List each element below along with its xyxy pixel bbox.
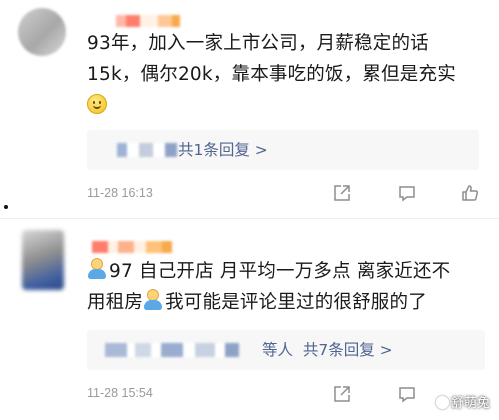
avatar[interactable]	[22, 230, 64, 290]
comment-item: 93年，加入一家上市公司，月薪稳定的话 15k，偶尔20k，靠本事吃的饭，累但是…	[0, 0, 499, 212]
person-emoji-icon	[87, 258, 107, 280]
reply-count: 共7条回复 >	[302, 341, 393, 359]
reply-users-suffix: 等人	[262, 341, 294, 359]
watermark-text: 舒萌兔	[450, 396, 490, 411]
thumbs-up-icon[interactable]	[461, 184, 479, 202]
person-emoji-icon	[143, 289, 163, 311]
comment-divider	[0, 218, 499, 219]
comment-line: 用租房	[87, 292, 144, 313]
watermark: 舒萌兔	[435, 392, 490, 411]
comment-timestamp: 11-28 16:13	[87, 186, 153, 200]
comment-line: 15k，偶尔20k，靠本事吃的饭，累但是充实	[87, 64, 456, 85]
comment-bubble-icon[interactable]	[398, 184, 416, 202]
reply-preview[interactable]: 等人 共7条回复 >	[87, 330, 485, 370]
comment-item: 97 自己开店 月平均一万多点 离家近还不 用租房 我可能是评论里过的很舒服的了 …	[0, 222, 499, 420]
reply-preview[interactable]: 共1条回复 >	[87, 130, 479, 170]
comment-text: 97 自己开店 月平均一万多点 离家近还不 用租房 我可能是评论里过的很舒服的了	[87, 256, 487, 318]
username-blurred[interactable]	[92, 241, 172, 253]
comment-line: 93年，加入一家上市公司，月薪稳定的话	[87, 33, 429, 54]
decorative-dot	[4, 205, 8, 209]
share-square-icon[interactable]	[333, 385, 351, 403]
comment-line: 我可能是评论里过的很舒服的了	[165, 292, 427, 313]
comment-bubble-icon[interactable]	[398, 385, 416, 403]
smile-emoji-icon	[87, 94, 107, 114]
reply-users-blurred	[105, 343, 239, 357]
share-square-icon[interactable]	[333, 184, 351, 202]
reply-users-blurred	[117, 143, 177, 157]
reply-count-link[interactable]: 等人 共7条回复 >	[262, 330, 393, 370]
comment-text: 93年，加入一家上市公司，月薪稳定的话 15k，偶尔20k，靠本事吃的饭，累但是…	[87, 28, 487, 121]
comment-timestamp: 11-28 15:54	[87, 386, 153, 400]
avatar[interactable]	[18, 8, 66, 56]
reply-count-link[interactable]: 共1条回复 >	[178, 130, 268, 170]
wechat-official-account-icon	[435, 396, 449, 409]
comment-line: 97 自己开店 月平均一万多点 离家近还不	[109, 261, 451, 282]
username-blurred[interactable]	[116, 15, 180, 27]
